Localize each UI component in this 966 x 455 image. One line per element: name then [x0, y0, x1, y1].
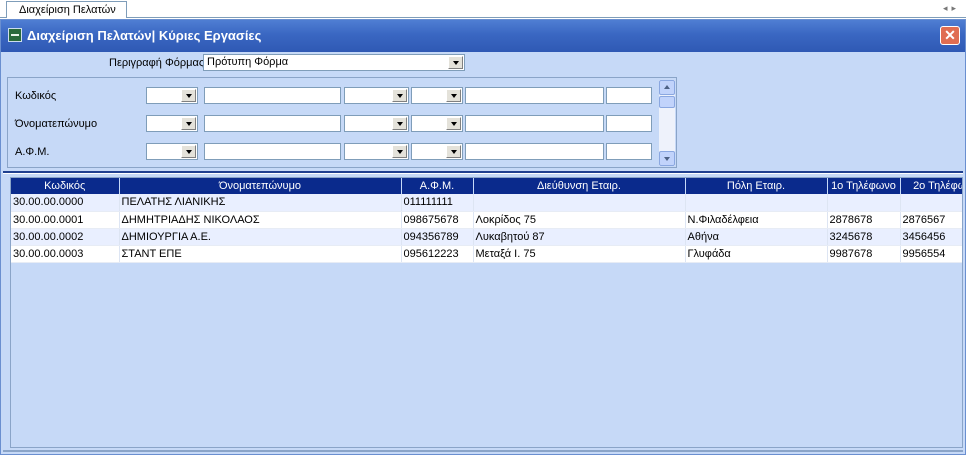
chevron-down-icon[interactable] — [446, 89, 461, 102]
cell-address: Μεταξά Ι. 75 — [473, 245, 686, 263]
form-description-label: Περιγραφή Φόρμας — [109, 57, 205, 69]
cell-address: Λυκαβητού 87 — [473, 228, 686, 246]
column-header-phone1[interactable]: 1ο Τηλέφωνο — [827, 178, 901, 194]
cell-vat: 095612223 — [401, 245, 474, 263]
column-header-phone2[interactable]: 2ο Τηλέφωνο — [900, 178, 962, 194]
cell-phone1 — [827, 194, 901, 212]
scroll-down-icon[interactable] — [659, 151, 675, 166]
cell-name: ΔΗΜΗΤΡΙΑΔΗΣ ΝΙΚΟΛΑΟΣ — [119, 211, 402, 229]
column-header-vat[interactable]: Α.Φ.Μ. — [401, 178, 474, 194]
table-row[interactable]: 30.00.00.0000 ΠΕΛΑΤΗΣ ΛΙΑΝΙΚΗΣ 011111111 — [11, 194, 962, 212]
cell-city: Γλυφάδα — [685, 245, 828, 263]
cell-code: 30.00.00.0003 — [11, 245, 120, 263]
cell-phone1: 9987678 — [827, 245, 901, 263]
filter-vat-operator-select[interactable] — [146, 143, 198, 160]
filter-code-value-input[interactable] — [204, 87, 341, 104]
column-header-code[interactable]: Κωδικός — [11, 178, 120, 194]
splitter[interactable] — [3, 171, 963, 174]
filter-label-code: Κωδικός — [15, 90, 57, 102]
chevron-down-icon[interactable] — [446, 117, 461, 130]
cell-name: ΣΤΑΝΤ ΕΠΕ — [119, 245, 402, 263]
cell-city — [685, 194, 828, 212]
cell-address: Λοκρίδος 75 — [473, 211, 686, 229]
filter-name-operator2-select[interactable] — [411, 115, 463, 132]
filter-code-extra-input[interactable] — [606, 87, 652, 104]
chevron-down-icon[interactable] — [446, 145, 461, 158]
column-header-city[interactable]: Πόλη Εταιρ. — [685, 178, 828, 194]
chevron-down-icon[interactable] — [448, 56, 463, 69]
form-description-value: Πρότυπη Φόρμα — [207, 56, 289, 68]
cell-code: 30.00.00.0000 — [11, 194, 120, 212]
cell-city: Ν.Φιλαδέλφεια — [685, 211, 828, 229]
cell-phone2 — [900, 194, 962, 212]
filter-name-extra-input[interactable] — [606, 115, 652, 132]
filter-scrollbar[interactable] — [659, 80, 675, 166]
chevron-down-icon[interactable] — [181, 89, 196, 102]
filter-label-name: Όνοματεπώνυμο — [15, 118, 98, 130]
filter-vat-value2-input[interactable] — [465, 143, 604, 160]
cell-city: Αθήνα — [685, 228, 828, 246]
close-button[interactable]: ✕ — [940, 26, 960, 45]
cell-phone2: 2876567 — [900, 211, 962, 229]
window-title: Διαχείριση Πελατών| Κύριες Εργασίες — [27, 28, 262, 43]
chevron-down-icon[interactable] — [392, 145, 407, 158]
filter-name-logic-select[interactable] — [344, 115, 409, 132]
cell-name: ΔΗΜΙΟΥΡΓΙΑ Α.Ε. — [119, 228, 402, 246]
filter-panel: Κωδικός Όνοματεπώνυμο Α.Φ.Μ. — [7, 77, 677, 168]
filter-vat-value-input[interactable] — [204, 143, 341, 160]
tab-customers[interactable]: Διαχείριση Πελατών — [6, 1, 127, 18]
table-row[interactable]: 30.00.00.0002 ΔΗΜΙΟΥΡΓΙΑ Α.Ε. 094356789 … — [11, 228, 962, 246]
filter-code-value2-input[interactable] — [465, 87, 604, 104]
chevron-down-icon[interactable] — [392, 89, 407, 102]
filter-name-value-input[interactable] — [204, 115, 341, 132]
cell-code: 30.00.00.0002 — [11, 228, 120, 246]
filter-vat-operator2-select[interactable] — [411, 143, 463, 160]
scroll-up-icon[interactable] — [659, 80, 675, 95]
cell-vat: 094356789 — [401, 228, 474, 246]
tab-scroll-arrows-icon[interactable]: ◂▸ — [943, 3, 960, 14]
form-description-select[interactable]: Πρότυπη Φόρμα — [203, 54, 465, 71]
chevron-down-icon[interactable] — [181, 145, 196, 158]
cell-vat: 098675678 — [401, 211, 474, 229]
grid-header-row: Κωδικός Όνοματεπώνυμο Α.Φ.Μ. Διεύθυνση Ε… — [11, 178, 962, 194]
app-icon — [8, 28, 22, 42]
filter-label-vat: Α.Φ.Μ. — [15, 146, 50, 158]
cell-phone1: 3245678 — [827, 228, 901, 246]
cell-phone2: 9956554 — [900, 245, 962, 263]
cell-address — [473, 194, 686, 212]
filter-name-operator-select[interactable] — [146, 115, 198, 132]
filter-code-operator2-select[interactable] — [411, 87, 463, 104]
customer-management-window: Διαχείριση Πελατών| Κύριες Εργασίες ✕ Πε… — [0, 19, 966, 455]
column-header-name[interactable]: Όνοματεπώνυμο — [119, 178, 402, 194]
chevron-down-icon[interactable] — [181, 117, 196, 130]
scroll-thumb[interactable] — [659, 96, 675, 108]
bottom-divider — [3, 450, 963, 452]
cell-phone2: 3456456 — [900, 228, 962, 246]
filter-vat-extra-input[interactable] — [606, 143, 652, 160]
title-bar: Διαχείριση Πελατών| Κύριες Εργασίες ✕ — [1, 20, 965, 52]
filter-vat-logic-select[interactable] — [344, 143, 409, 160]
cell-vat: 011111111 — [401, 194, 474, 212]
table-row[interactable]: 30.00.00.0003 ΣΤΑΝΤ ΕΠΕ 095612223 Μεταξά… — [11, 245, 962, 263]
tab-strip: Διαχείριση Πελατών ◂▸ — [0, 0, 966, 18]
filter-name-value2-input[interactable] — [465, 115, 604, 132]
chevron-down-icon[interactable] — [392, 117, 407, 130]
cell-phone1: 2878678 — [827, 211, 901, 229]
filter-code-logic-select[interactable] — [344, 87, 409, 104]
cell-code: 30.00.00.0001 — [11, 211, 120, 229]
filter-code-operator-select[interactable] — [146, 87, 198, 104]
column-header-address[interactable]: Διεύθυνση Εταιρ. — [473, 178, 686, 194]
cell-name: ΠΕΛΑΤΗΣ ΛΙΑΝΙΚΗΣ — [119, 194, 402, 212]
table-row[interactable]: 30.00.00.0001 ΔΗΜΗΤΡΙΑΔΗΣ ΝΙΚΟΛΑΟΣ 09867… — [11, 211, 962, 229]
customers-grid: Κωδικός Όνοματεπώνυμο Α.Φ.Μ. Διεύθυνση Ε… — [10, 177, 963, 448]
